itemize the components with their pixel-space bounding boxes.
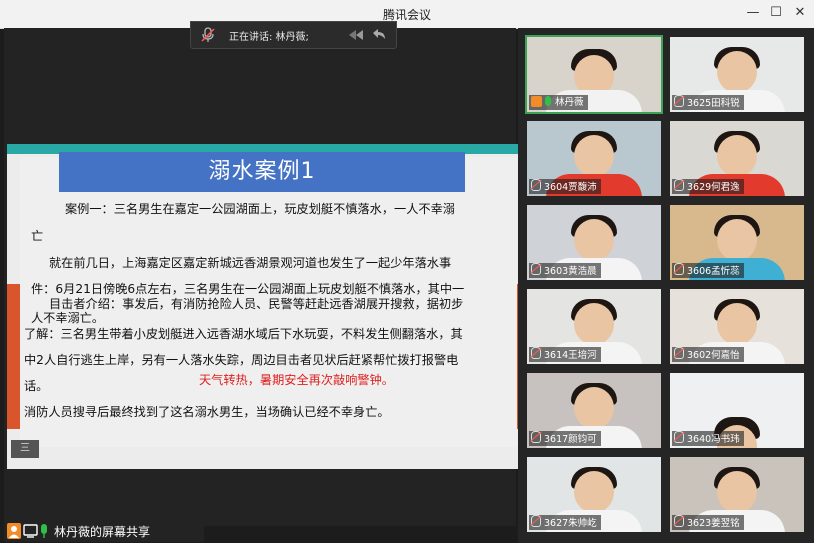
slide-line: 目击者介绍：事发后，有消防抢险人员、民警等赶赴远香湖展开搜救，据初步: [49, 297, 464, 311]
participant-tile[interactable]: 3640冯书玮: [670, 373, 804, 448]
participant-gallery[interactable]: 林丹薇 3625田科锐 3604贾馥沛 3629何君逸 3603黄浩晨 3606…: [518, 28, 814, 543]
speaking-indicator: 正在讲话: 林丹薇;: [190, 21, 397, 49]
muted-mic-icon: [674, 263, 684, 275]
muted-mic-icon: [531, 515, 541, 527]
participant-tile[interactable]: 3604贾馥沛: [527, 121, 661, 196]
slide-line: 消防人员搜寻后最终找到了这名溺水男生，当场确认已经不幸身亡。: [24, 405, 390, 419]
slide-line: 了解：三名男生带着小皮划艇进入远香湖水域后下水玩耍，不料发生侧翻落水，其: [24, 327, 463, 341]
slide-warning-line: 天气转热，暑期安全再次敲响警钟。: [199, 373, 394, 387]
muted-mic-icon: [531, 179, 541, 191]
share-status-icons: [7, 523, 47, 539]
participant-name: 3640冯书玮: [687, 434, 740, 445]
participant-tile[interactable]: 3603黄浩晨: [527, 205, 661, 280]
presentation-slide: 溺水案例1 案例一：三名男生在嘉定一公园湖面上，玩皮划艇不慎落水，一人不幸溺 亡…: [7, 144, 518, 469]
muted-mic-icon: [674, 347, 684, 359]
participant-tile[interactable]: 3606孟忻蕊: [670, 205, 804, 280]
participant-tile[interactable]: 3617颜钧可: [527, 373, 661, 448]
participant-tile[interactable]: 3602何嘉怡: [670, 289, 804, 364]
minimize-button[interactable]: —: [742, 3, 764, 23]
mic-on-icon: [545, 96, 551, 106]
speaking-label: 正在讲话: 林丹薇;: [229, 32, 309, 43]
maximize-button[interactable]: ☐: [765, 3, 787, 23]
participant-tile[interactable]: 3629何君逸: [670, 121, 804, 196]
participant-name-tag: 3625田科锐: [672, 95, 744, 110]
participant-name: 3627朱帅屹: [544, 518, 597, 529]
muted-mic-icon: [674, 431, 684, 443]
participant-tile[interactable]: 3614王培河: [527, 289, 661, 364]
window-titlebar: 腾讯会议 — ☐ ✕: [0, 0, 814, 29]
muted-mic-icon: [531, 263, 541, 275]
muted-mic-icon: [674, 179, 684, 191]
participant-name-tag: 3603黄浩晨: [529, 263, 601, 278]
participant-tile[interactable]: 3625田科锐: [670, 37, 804, 112]
close-button[interactable]: ✕: [789, 3, 811, 23]
participant-name: 3623姜翌铭: [687, 518, 740, 529]
participant-name-tag: 3627朱帅屹: [529, 515, 601, 530]
participant-name: 3625田科锐: [687, 98, 740, 109]
host-icon: [531, 96, 542, 107]
participant-name-tag: 3617颜钧可: [529, 431, 601, 446]
participant-name-tag: 3602何嘉怡: [672, 347, 744, 362]
participant-name-tag: 3614王培河: [529, 347, 601, 362]
muted-mic-icon: [674, 95, 684, 107]
share-status-label: 林丹薇的屏幕共享: [54, 525, 151, 539]
shared-screen-area: 溺水案例1 案例一：三名男生在嘉定一公园湖面上，玩皮划艇不慎落水，一人不幸溺 亡…: [4, 28, 518, 526]
participant-name: 3603黄浩晨: [544, 266, 597, 277]
participant-name: 林丹薇: [555, 97, 584, 108]
muted-mic-icon: [531, 347, 541, 359]
participant-name: 3602何嘉怡: [687, 350, 740, 361]
participant-name: 3604贾馥沛: [544, 182, 597, 193]
participant-name: 3617颜钧可: [544, 434, 597, 445]
app-title: 腾讯会议: [382, 8, 431, 22]
toolbar-arrow-icons[interactable]: [347, 28, 387, 42]
participant-tile[interactable]: 林丹薇: [525, 35, 663, 114]
participant-name-tag: 林丹薇: [529, 95, 588, 110]
participant-name-tag: 3623姜翌铭: [672, 515, 744, 530]
slide-line: 中2人自行逃生上岸，另有一人落水失踪，周边目击者见状后赶紧帮忙拨打报警电: [24, 353, 459, 367]
screen-share-status: 林丹薇的屏幕共享: [4, 520, 204, 542]
slide-title: 溺水案例1: [59, 152, 465, 192]
muted-mic-icon: [674, 515, 684, 527]
participant-name-tag: 3629何君逸: [672, 179, 744, 194]
participant-name: 3629何君逸: [687, 182, 740, 193]
participant-name: 3614王培河: [544, 350, 597, 361]
participant-name: 3606孟忻蕊: [687, 266, 740, 277]
slide-line: 就在前几日，上海嘉定区嘉定新城远香湖景观河道也发生了一起少年落水事: [49, 256, 452, 270]
slide-line: 话。: [24, 379, 49, 393]
participant-name-tag: 3604贾馥沛: [529, 179, 601, 194]
participant-tile[interactable]: 3623姜翌铭: [670, 457, 804, 532]
participant-tile[interactable]: 3627朱帅屹: [527, 457, 661, 532]
slide-line: 亡: [31, 229, 44, 243]
participant-name-tag: 3606孟忻蕊: [672, 263, 744, 278]
slide-line: 案例一：三名男生在嘉定一公园湖面上，玩皮划艇不慎落水，一人不幸溺: [65, 202, 455, 216]
participant-name-tag: 3640冯书玮: [672, 431, 744, 446]
muted-mic-icon: [531, 431, 541, 443]
slide-menu-icon[interactable]: 三: [11, 440, 39, 458]
muted-mic-icon: [201, 27, 215, 42]
